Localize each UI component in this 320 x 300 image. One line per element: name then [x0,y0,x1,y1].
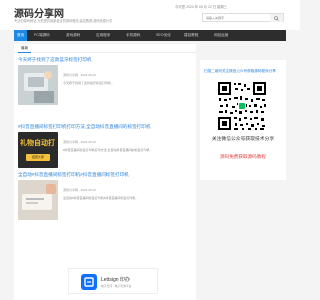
thumbnail-headline: 礼物自动打 [20,140,55,147]
nav-item-operation[interactable]: 网站运营 [214,30,228,41]
site-slogan: 专业的源码网站,为您提供最新最全的源码程序,建站教程,源码资源分享 [14,19,113,23]
post-item: 全自动#抖音直播间标签打印机#抖音直播间标签打印机 源码分享网 · 2024-0… [18,172,192,252]
bottom-ad-banner[interactable]: Lettsign 印办 电子合同 · 电子签章平台 [68,268,158,294]
qr-code [216,80,268,132]
tab-bar: 最新 [14,44,196,53]
site-header: 源码分享网 专业的源码网站,为您提供最新最全的源码程序,建站教程,源码资源分享 … [0,0,300,30]
search-icon [274,15,279,21]
sidebar-highlight-text: 源码免费获取源码教程 [220,154,266,159]
nav-item-seo[interactable]: SEO优化 [156,30,171,41]
post-meta: 源码分享网 · 2024-05-22 [63,140,97,144]
nav-item-mobile[interactable]: 手机源码 [126,30,140,41]
post-meta: 源码分享网 · 2024-05-22 [63,188,97,192]
nav-item-app[interactable]: 应用程序 [96,30,110,41]
post-thumbnail[interactable] [18,180,58,220]
sidebar-follow-text: 关注微信公众号获取技术分享 [211,137,275,142]
post-thumbnail[interactable] [18,65,58,105]
nav-item-game[interactable]: 游戏源码 [66,30,80,41]
search-box [202,13,284,22]
sidebar-qr-widget: 扫描二维码关注微信公众号获取源码程序分享 关注微信公众号获取技术分享 源码免费获… [200,60,286,180]
tab-latest[interactable]: 最新 [18,44,32,53]
date-info: 今天是 2024 年 05 月 22 日 星期三 [175,5,228,9]
nav-item-pc[interactable]: PC端源码 [34,30,50,41]
post-excerpt: 今天终于找到了这款蓝牙标签打印机... [63,81,114,85]
post-title[interactable]: 全自动#抖音直播间标签打印机#抖音直播间标签打印机 [18,172,129,178]
post-excerpt: #抖音直播间标签打印机打印方法,全自动抖音直播间的标签打印机... [63,148,153,152]
post-title[interactable]: #抖音直播间标签打印机打印方法,全自动抖音直播间的标签打印机 [18,124,150,130]
main-nav: 首页 PC端源码 游戏源码 应用程序 手机源码 SEO优化 建站教程 网站运营 [14,30,286,41]
sidebar-title: 扫描二维码关注微信公众号获取源码程序分享 [204,69,276,73]
thumbnail-badge: 招募大家 [26,154,50,161]
nav-item-home[interactable]: 首页 [14,30,28,41]
post-title[interactable]: 今天终于找到了这款蓝牙标签打印机 [18,57,92,63]
nav-item-tutorial[interactable]: 建站教程 [184,30,198,41]
post-excerpt: 全自动#抖音直播间标签打印机#抖音直播间标签打印机... [63,196,138,200]
search-input[interactable] [203,14,271,22]
main-content: 最新 今天终于找到了这款蓝牙标签打印机 源码分享网 · 2024-05-22 今… [14,44,196,300]
post-meta: 源码分享网 · 2024-05-22 [63,73,97,77]
search-button[interactable] [270,14,283,22]
post-item: 今天终于找到了这款蓝牙标签打印机 源码分享网 · 2024-05-22 今天终于… [18,57,192,119]
ad-subtitle: 电子合同 · 电子签章平台 [101,284,132,288]
post-thumbnail[interactable]: 礼物自动打 招募大家 [18,132,58,168]
ad-brand-name: Lettsign 印办 [101,277,130,283]
lettsign-logo-icon [81,274,97,290]
